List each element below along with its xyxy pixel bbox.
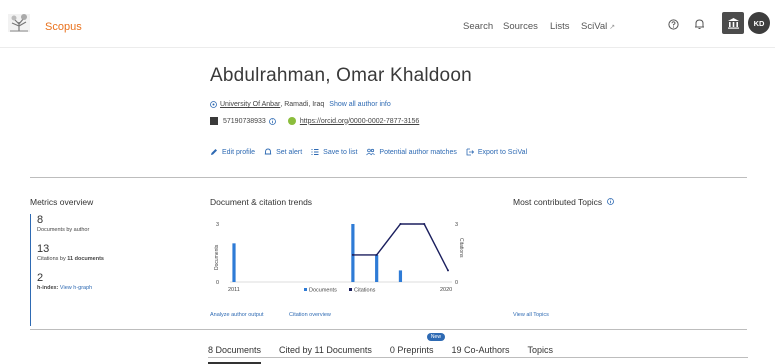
documents-bar — [232, 243, 236, 282]
export-to-scival-label: Export to SciVal — [477, 148, 528, 156]
citations-line — [352, 223, 449, 271]
affiliation-line: University Of Anbar , Ramadi, Iraq Show … — [210, 101, 391, 108]
citations-point — [375, 253, 378, 256]
citations-point — [447, 269, 449, 272]
section-divider — [30, 329, 747, 330]
nav-scival[interactable]: SciVal ↗ — [581, 21, 615, 32]
citations-count: 13 — [37, 243, 50, 255]
save-to-list-label: Save to list — [323, 148, 358, 156]
h-index-label: h-index: — [37, 285, 59, 291]
documents-count: 8 — [37, 214, 44, 226]
tab-co-authors[interactable]: 19 Co-Authors — [451, 340, 509, 364]
author-name: Abdulrahman, Omar Khaldoon — [210, 65, 472, 86]
tab-topics[interactable]: Topics — [527, 340, 553, 364]
x-start-label: 2011 — [228, 287, 240, 293]
citation-overview-link[interactable]: Citation overview — [289, 312, 331, 318]
info-icon[interactable] — [268, 117, 276, 125]
potential-author-matches-label: Potential author matches — [379, 148, 457, 156]
scopus-id-icon — [210, 117, 218, 125]
notification-bell-icon[interactable] — [690, 15, 708, 33]
view-all-topics-link[interactable]: View all Topics — [513, 312, 549, 318]
institution-icon[interactable] — [722, 12, 744, 34]
show-all-author-info-link[interactable]: Show all author info — [329, 101, 390, 108]
citations-point — [351, 253, 354, 256]
nav-scival-label: SciVal — [581, 21, 608, 32]
pencil-icon — [211, 149, 217, 155]
left-axis-label: Documents — [214, 244, 220, 270]
author-id: 57190738933 — [223, 117, 266, 125]
metrics-overview-title: Metrics overview — [30, 197, 94, 207]
citations-point — [423, 223, 426, 225]
topics-title: Most contributed Topics — [513, 197, 614, 207]
scopus-logo-text[interactable]: Scopus — [45, 21, 82, 33]
save-to-list-button[interactable]: Save to list — [311, 148, 357, 156]
affiliation-location: , Ramadi, Iraq — [280, 101, 325, 108]
help-icon[interactable] — [664, 15, 682, 33]
author-ids-line: 57190738933 https://orcid.org/0000-0002-… — [210, 117, 419, 125]
nav-search[interactable]: Search — [463, 21, 493, 32]
orcid-link[interactable]: https://orcid.org/0000-0002-7877-3156 — [300, 118, 419, 125]
documents-bar — [351, 224, 355, 282]
author-actions: Edit profile Set alert Save to list Pote… — [210, 148, 536, 156]
right-axis-label: Citations — [458, 238, 464, 258]
tab-preprints-label: 0 Preprints — [389, 345, 434, 355]
h-index-label-line: h-index: View h-graph — [37, 284, 180, 292]
tabs-underline — [208, 357, 748, 358]
export-icon — [466, 148, 474, 156]
legend-documents-swatch — [304, 288, 307, 291]
edit-profile-label: Edit profile — [222, 148, 256, 156]
citations-count-label: Citations by 11 documents — [37, 255, 180, 263]
nav-lists[interactable]: Lists — [550, 21, 570, 32]
nav-sources[interactable]: Sources — [503, 21, 538, 32]
orcid-icon — [287, 117, 296, 125]
left-tick-label: 0 — [216, 280, 219, 286]
elsevier-logo-icon[interactable] — [6, 12, 32, 34]
export-to-scival-button[interactable]: Export to SciVal — [466, 148, 527, 156]
right-tick-label: 3 — [455, 222, 458, 228]
list-icon — [311, 149, 319, 155]
documents-bar — [375, 254, 379, 282]
tab-preprints[interactable]: New 0 Preprints — [389, 333, 445, 364]
tab-cited-by[interactable]: Cited by 11 Documents — [279, 340, 372, 364]
location-icon — [210, 101, 217, 108]
legend-documents-label: Documents — [309, 287, 337, 293]
author-tabs: 8 Documents Cited by 11 Documents New 0 … — [208, 333, 571, 364]
top-header: Scopus Search Sources Lists SciVal ↗ KD — [0, 0, 775, 48]
user-avatar[interactable]: KD — [748, 12, 770, 34]
legend-citations-swatch — [349, 288, 352, 291]
metrics-panel: 8 Documents by author 13 Citations by 11… — [30, 214, 180, 326]
affiliation-link[interactable]: University Of Anbar — [220, 101, 280, 108]
info-icon[interactable] — [606, 198, 614, 205]
potential-author-matches-button[interactable]: Potential author matches — [366, 148, 457, 156]
external-link-icon: ↗ — [609, 24, 616, 31]
topics-title-label: Most contributed Topics — [513, 197, 603, 207]
new-badge: New — [426, 333, 445, 341]
analyze-author-output-link[interactable]: Analyze author output — [210, 312, 264, 318]
set-alert-label: Set alert — [276, 148, 303, 156]
x-end-label: 2020 — [440, 287, 452, 293]
citations-point — [399, 223, 402, 225]
view-h-graph-link[interactable]: View h-graph — [60, 285, 92, 291]
document-citation-trends-chart: 3 0 3 0 Documents Citations 2011 2020 Documents C… — [214, 222, 464, 293]
h-index-value: 2 — [37, 272, 44, 284]
citations-label-docs: 11 documents — [67, 256, 104, 262]
people-icon — [366, 148, 376, 156]
left-tick-label: 3 — [216, 222, 219, 228]
section-divider — [30, 177, 747, 178]
citations-label-prefix: Citations by — [37, 256, 66, 262]
right-tick-label: 0 — [455, 280, 458, 286]
trends-title: Document & citation trends — [210, 197, 313, 207]
documents-bar — [398, 270, 403, 282]
documents-count-label: Documents by author — [37, 227, 90, 233]
tab-documents[interactable]: 8 Documents — [208, 340, 262, 364]
bell-icon — [264, 148, 272, 155]
set-alert-button[interactable]: Set alert — [264, 148, 302, 156]
edit-profile-button[interactable]: Edit profile — [210, 148, 255, 156]
legend-citations-label: Citations — [354, 287, 376, 293]
